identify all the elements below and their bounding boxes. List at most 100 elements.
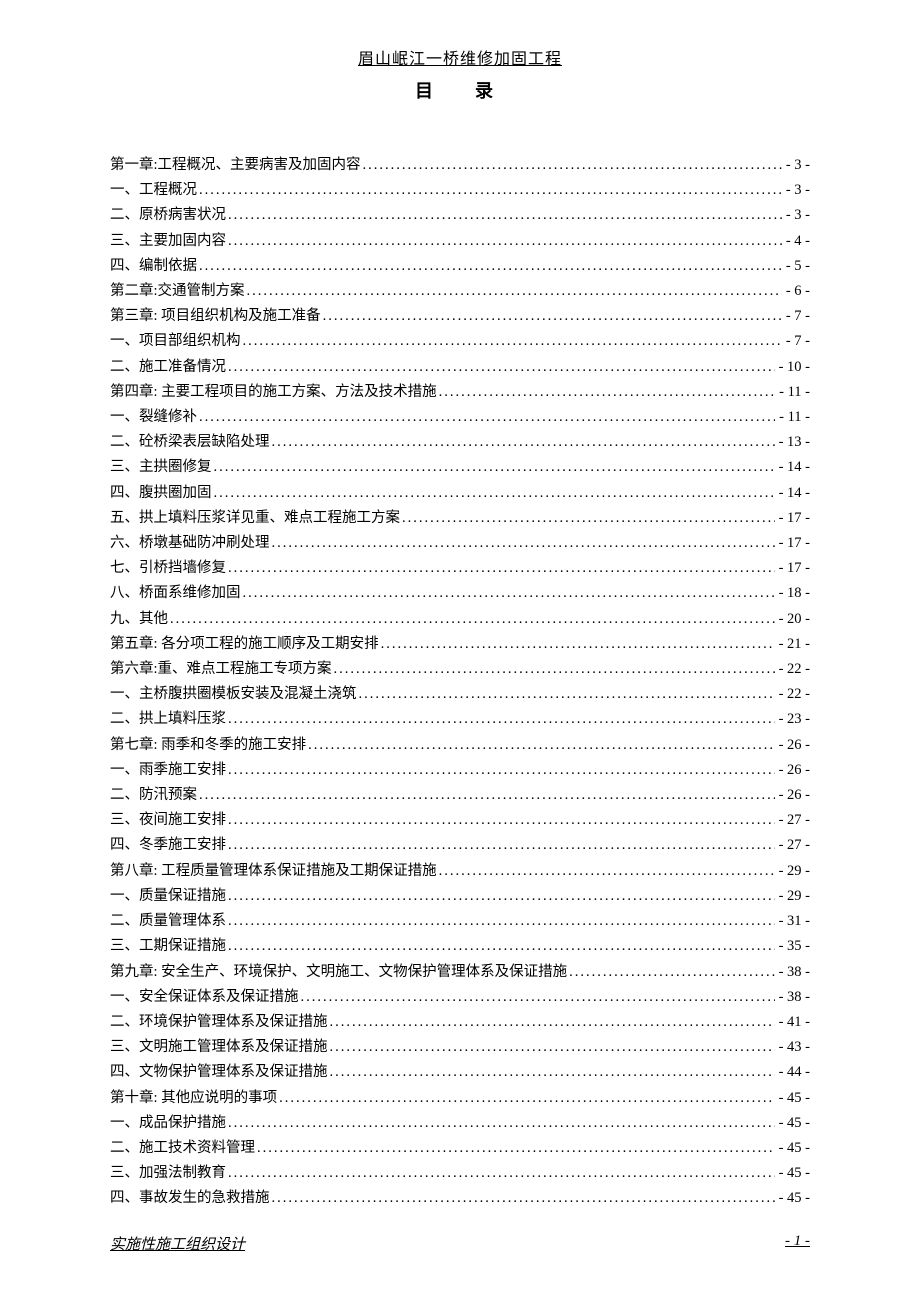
toc-entry-label: 六、桥墩基础防冲刷处理 — [110, 531, 270, 556]
toc-leader-dots — [241, 329, 782, 354]
footer-left-text: 实施性施工组织设计 — [110, 1233, 785, 1254]
toc-leader-dots — [197, 178, 782, 203]
toc-entry-label: 二、砼桥梁表层缺陷处理 — [110, 430, 270, 455]
toc-leader-dots — [361, 153, 782, 178]
toc-entry: 第八章: 工程质量管理体系保证措施及工期保证措施- 29 - — [110, 859, 810, 884]
toc-entry: 二、防汛预案 - 26 - — [110, 783, 810, 808]
toc-entry: 一、主桥腹拱圈模板安装及混凝土浇筑- 22 - — [110, 682, 810, 707]
toc-entry: 第十章: 其他应说明的事项- 45 - — [110, 1086, 810, 1111]
toc-entry-page: - 26 - — [775, 783, 810, 808]
toc-entry: 第五章: 各分项工程的施工顺序及工期安排- 21 - — [110, 632, 810, 657]
toc-entry: 六、桥墩基础防冲刷处理 - 17 - — [110, 531, 810, 556]
toc-leader-dots — [277, 1086, 774, 1111]
toc-leader-dots — [328, 1010, 775, 1035]
toc-entry: 三、加强法制教育 - 45 - — [110, 1161, 810, 1186]
toc-entry-label: 三、文明施工管理体系及保证措施 — [110, 1035, 328, 1060]
toc-entry: 三、文明施工管理体系及保证措施- 43 - — [110, 1035, 810, 1060]
toc-leader-dots — [270, 531, 775, 556]
toc-entry-label: 三、夜间施工安排 — [110, 808, 226, 833]
toc-leader-dots — [226, 758, 775, 783]
toc-entry-page: - 26 - — [775, 758, 810, 783]
toc-entry: 四、腹拱圈加固- 14 - — [110, 481, 810, 506]
toc-entry-label: 第二章:交通管制方案 — [110, 279, 245, 304]
toc-entry: 二、施工准备情况- 10 - — [110, 355, 810, 380]
toc-entry-label: 四、编制依据 — [110, 254, 197, 279]
toc-leader-dots — [245, 279, 782, 304]
toc-entry: 八、桥面系维修加固- 18 - — [110, 581, 810, 606]
toc-leader-dots — [226, 707, 775, 732]
toc-entry-page: - 3 - — [782, 153, 810, 178]
toc-entry-label: 三、主拱圈修复 — [110, 455, 212, 480]
toc-entry: 二、砼桥梁表层缺陷处理 - 13 - — [110, 430, 810, 455]
toc-entry-label: 第九章: 安全生产、环境保护、文明施工、文物保护管理体系及保证措施 — [110, 960, 567, 985]
toc-entry: 第四章: 主要工程项目的施工方案、方法及技术措施 - 11 - — [110, 380, 810, 405]
toc-entry-page: - 17 - — [775, 531, 810, 556]
toc-entry-label: 五、拱上填料压浆详见重、难点工程施工方案 — [110, 506, 400, 531]
toc-entry-label: 第一章:工程概况、主要病害及加固内容 — [110, 153, 361, 178]
toc-leader-dots — [255, 1136, 775, 1161]
toc-leader-dots — [328, 1035, 775, 1060]
toc-entry-label: 第三章: 项目组织机构及施工准备 — [110, 304, 321, 329]
toc-leader-dots — [197, 783, 775, 808]
toc-entry-page: - 45 - — [775, 1136, 810, 1161]
toc-entry: 四、冬季施工安排- 27 - — [110, 833, 810, 858]
toc-leader-dots — [226, 203, 782, 228]
toc-entry-label: 三、工期保证措施 — [110, 934, 226, 959]
toc-entry: 第七章: 雨季和冬季的施工安排- 26 - — [110, 733, 810, 758]
toc-leader-dots — [226, 808, 775, 833]
toc-entry-page: - 29 - — [775, 859, 810, 884]
toc-leader-dots — [226, 1161, 775, 1186]
toc-entry: 二、质量管理体系- 31 - — [110, 909, 810, 934]
toc-leader-dots — [226, 884, 775, 909]
toc-entry-label: 二、施工准备情况 — [110, 355, 226, 380]
toc-leader-dots — [226, 556, 775, 581]
toc-entry-page: - 44 - — [775, 1060, 810, 1085]
toc-leader-dots — [306, 733, 774, 758]
toc-entry-page: - 6 - — [782, 279, 810, 304]
toc-entry: 三、主要加固内容- 4 - — [110, 229, 810, 254]
toc-entry-label: 四、文物保护管理体系及保证措施 — [110, 1060, 328, 1085]
toc-entry-page: - 5 - — [782, 254, 810, 279]
toc-entry-label: 第四章: 主要工程项目的施工方案、方法及技术措施 — [110, 380, 437, 405]
toc-entry-page: - 31 - — [775, 909, 810, 934]
toc-entry-label: 第七章: 雨季和冬季的施工安排 — [110, 733, 306, 758]
toc-leader-dots — [226, 229, 782, 254]
toc-leader-dots — [226, 909, 775, 934]
toc-entry-page: - 45 - — [775, 1086, 810, 1111]
toc-entry: 第九章: 安全生产、环境保护、文明施工、文物保护管理体系及保证措施- 38 - — [110, 960, 810, 985]
toc-entry: 第三章: 项目组织机构及施工准备- 7 - — [110, 304, 810, 329]
toc-entry: 二、拱上填料压浆- 23 - — [110, 707, 810, 732]
page-container: 眉山岷江一桥维修加固工程 目 录 第一章:工程概况、主要病害及加固内容- 3 -… — [0, 45, 920, 1212]
toc-leader-dots — [212, 481, 775, 506]
toc-entry-label: 二、环境保护管理体系及保证措施 — [110, 1010, 328, 1035]
toc-leader-dots — [357, 682, 775, 707]
toc-leader-dots — [226, 355, 775, 380]
toc-entry: 一、工程概况- 3 - — [110, 178, 810, 203]
toc-entry-page: - 4 - — [782, 229, 810, 254]
toc-entry: 二、环境保护管理体系及保证措施- 41 - — [110, 1010, 810, 1035]
toc-leader-dots — [226, 833, 775, 858]
toc-leader-dots — [241, 581, 775, 606]
toc-entry-page: - 11 - — [775, 380, 810, 405]
toc-entry-label: 一、裂缝修补 — [110, 405, 197, 430]
toc-entry-page: - 13 - — [775, 430, 810, 455]
toc-entry-page: - 45 - — [775, 1161, 810, 1186]
toc-entry: 第一章:工程概况、主要病害及加固内容 - 3 - — [110, 153, 810, 178]
toc-entry: 九、其他- 20 - — [110, 607, 810, 632]
toc-entry: 一、质量保证措施- 29 - — [110, 884, 810, 909]
toc-entry-label: 二、原桥病害状况 — [110, 203, 226, 228]
toc-leader-dots — [332, 657, 775, 682]
toc-entry-page: - 14 - — [775, 481, 810, 506]
toc-entry-page: - 45 - — [775, 1111, 810, 1136]
toc-entry-label: 三、加强法制教育 — [110, 1161, 226, 1186]
toc-leader-dots — [226, 934, 775, 959]
toc-entry-label: 二、防汛预案 — [110, 783, 197, 808]
toc-entry: 第六章:重、难点工程施工专项方案- 22 - — [110, 657, 810, 682]
toc-entry: 三、主拱圈修复 - 14 - — [110, 455, 810, 480]
toc-entry-page: - 3 - — [782, 203, 810, 228]
toc-entry: 四、文物保护管理体系及保证措施 - 44 - — [110, 1060, 810, 1085]
toc-entry-label: 第六章:重、难点工程施工专项方案 — [110, 657, 332, 682]
toc-entry-page: - 14 - — [775, 455, 810, 480]
toc-entry-page: - 11 - — [775, 405, 810, 430]
toc-entry-label: 一、成品保护措施 — [110, 1111, 226, 1136]
